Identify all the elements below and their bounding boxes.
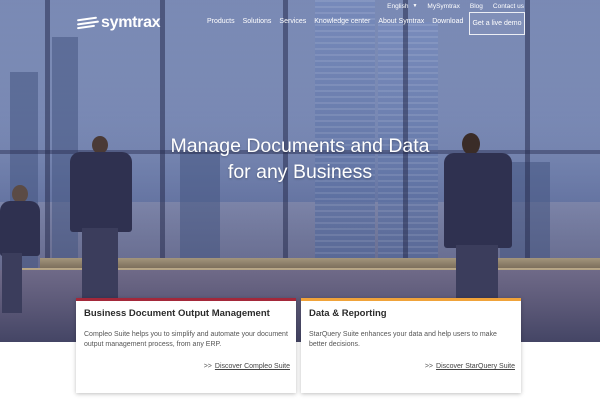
card-title: Data & Reporting bbox=[309, 308, 387, 319]
link-prefix: >> bbox=[424, 363, 434, 370]
utility-bar: English ▼ MySymtrax Blog Contact us bbox=[387, 1, 524, 11]
contact-link[interactable]: Contact us bbox=[493, 3, 524, 10]
nav-services[interactable]: Services bbox=[279, 18, 306, 25]
card-description: Compleo Suite helps you to simplify and … bbox=[84, 331, 288, 348]
mysymtrax-link[interactable]: MySymtrax bbox=[427, 3, 460, 10]
logo-text: symtrax bbox=[101, 14, 161, 31]
card-link-row: >> Discover StarQuery Suite bbox=[425, 363, 515, 370]
card-title: Business Document Output Management bbox=[84, 308, 270, 319]
card-starquery: Data & Reporting StarQuery Suite enhance… bbox=[301, 298, 521, 393]
blog-link[interactable]: Blog bbox=[470, 3, 483, 10]
nav-download[interactable]: Download bbox=[432, 18, 463, 25]
person-silhouette bbox=[0, 185, 50, 325]
language-selector[interactable]: English ▼ bbox=[387, 3, 417, 10]
card-accent-bar bbox=[301, 298, 521, 301]
card-accent-bar bbox=[76, 298, 296, 301]
nav-solutions[interactable]: Solutions bbox=[243, 18, 272, 25]
hero-headline-line2: for any Business bbox=[227, 161, 373, 183]
main-nav: Products Solutions Services Knowledge ce… bbox=[207, 18, 463, 25]
link-prefix: >> bbox=[203, 363, 212, 370]
chevron-down-icon: ▼ bbox=[412, 3, 418, 9]
language-label: English bbox=[387, 2, 409, 10]
card-description: StarQuery Suite enhances your data and h… bbox=[309, 331, 497, 348]
nav-about[interactable]: About Symtrax bbox=[378, 18, 424, 25]
live-demo-button[interactable]: Get a live demo bbox=[469, 12, 525, 35]
discover-starquery-link[interactable]: Discover StarQuery Suite bbox=[436, 363, 515, 370]
card-compleo: Business Document Output Management Comp… bbox=[76, 298, 296, 393]
discover-compleo-link[interactable]: Discover Compleo Suite bbox=[215, 363, 290, 370]
hero-headline-line1: Manage Documents and Data bbox=[170, 135, 430, 157]
logo-swoosh-icon bbox=[76, 16, 100, 30]
hero-headline: Manage Documents and Data for any Busine… bbox=[0, 133, 600, 185]
nav-products[interactable]: Products bbox=[207, 18, 235, 25]
symtrax-logo[interactable]: symtrax bbox=[76, 14, 161, 32]
nav-knowledge-center[interactable]: Knowledge center bbox=[314, 18, 370, 25]
card-link-row: >> Discover Compleo Suite bbox=[204, 363, 290, 370]
